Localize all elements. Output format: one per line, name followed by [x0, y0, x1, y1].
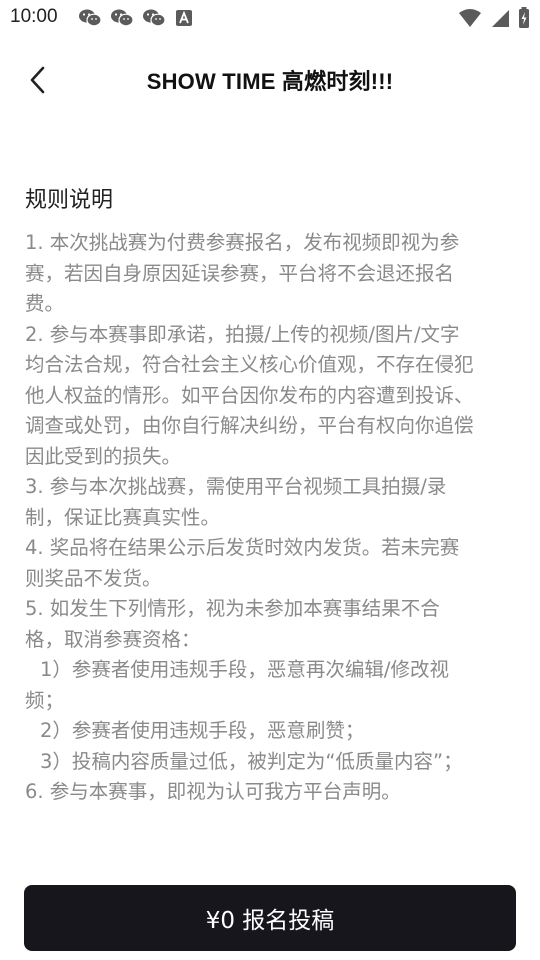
rule-line: 则奖品不发货。 — [25, 566, 162, 590]
submit-entry-button[interactable]: ¥0 报名投稿 — [24, 885, 516, 951]
wechat-icon — [79, 9, 102, 27]
rule-line: 费。 — [25, 292, 65, 315]
page-title: SHOW TIME 高燃时刻!!! — [146, 69, 394, 94]
notification-icons — [78, 8, 194, 28]
rules-body: 1. 本次挑战赛为付费参赛报名，发布视频即视为参 赛，若因自身原因延误参赛，平台… — [25, 228, 520, 808]
wechat-icon — [143, 9, 166, 27]
status-bar: 10:00 — [0, 0, 540, 36]
accessibility-a-icon — [176, 10, 192, 26]
rules-title: 规则说明 — [25, 188, 114, 213]
rule-line: 3. 参与本次挑战赛，需使用平台视频工具拍摄/录 — [25, 475, 447, 498]
rule-line: 制，保证比赛真实性。 — [25, 505, 221, 529]
rule-subitem: 2）参赛者使用违规手段，恶意刷赞； — [40, 719, 365, 742]
rule-line: 6. 参与本赛事，即视为认可我方平台声明。 — [25, 780, 401, 803]
rule-line: 他人权益的情形。如平台因你发布的内容遭到投诉、 — [25, 383, 474, 407]
rule-line: 均合法合规，符合社会主义核心价值观，不存在侵犯 — [25, 353, 474, 376]
nav-bar: SHOW TIME 高燃时刻!!! — [0, 52, 540, 108]
rule-line: 1. 本次挑战赛为付费参赛报名，发布视频即视为参 — [25, 231, 460, 254]
signal-icon — [492, 10, 509, 27]
rule-line: 2. 参与本赛事即承诺，拍摄/上传的视频/图片/文字 — [25, 322, 460, 346]
wechat-icon — [111, 9, 134, 27]
rule-line: 频； — [25, 688, 65, 712]
rule-line: 5. 如发生下列情形，视为未参加本赛事结果不合 — [25, 597, 440, 620]
rule-line: 4. 奖品将在结果公示后发货时效内发货。若未完赛 — [25, 536, 460, 559]
rule-line: 因此受到的损失。 — [25, 444, 182, 468]
rule-subitem: 3）投稿内容质量过低，被判定为“低质量内容”； — [40, 749, 463, 773]
rule-line: 赛，若因自身原因延误参赛，平台将不会退还报名 — [25, 261, 455, 285]
battery-charging-icon — [519, 7, 529, 28]
status-time: 10:00 — [10, 6, 58, 27]
rule-line: 格，取消参赛资格： — [25, 627, 201, 651]
rule-line: 调查或处罚，由你自行解决纠纷，平台有权向你追偿 — [25, 414, 474, 437]
wifi-icon — [459, 9, 481, 27]
rule-subitem: 1）参赛者使用违规手段，恶意再次编辑/修改视 — [40, 658, 449, 681]
system-icons — [458, 7, 530, 29]
